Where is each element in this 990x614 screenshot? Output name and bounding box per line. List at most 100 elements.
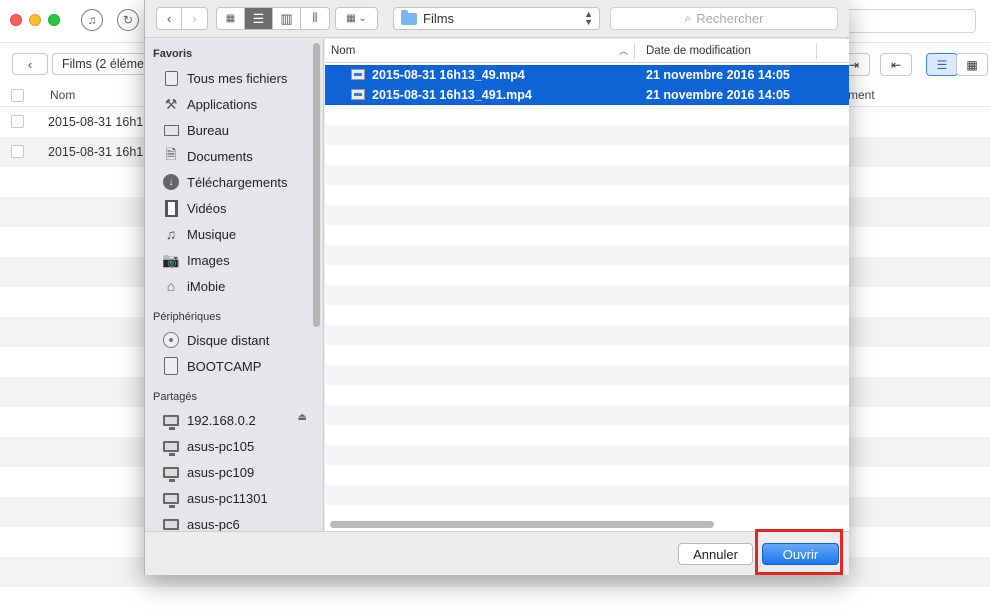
sidebar-item-downloads[interactable]: ↓ Téléchargements	[145, 170, 311, 194]
column-divider[interactable]	[816, 43, 817, 59]
zoom-window-button[interactable]	[48, 14, 60, 26]
updown-arrows-icon: ▲ ▼	[584, 9, 593, 27]
empty-row	[325, 445, 849, 465]
icon-grid-icon: ▦	[225, 13, 236, 24]
empty-row	[325, 305, 849, 325]
sidebar-item-label: Bureau	[187, 122, 229, 138]
sidebar-item-desktop[interactable]: Bureau	[145, 118, 311, 142]
navigation-segment: ‹ ›	[156, 7, 208, 30]
list-view-button[interactable]: ☰	[926, 53, 958, 76]
camera-icon: 📷	[162, 251, 180, 268]
row-title: 2015-08-31 16h13	[48, 145, 151, 159]
search-placeholder: Rechercher	[696, 11, 764, 26]
sidebar-item-label: 192.168.0.2	[187, 412, 256, 428]
sidebar-item-label: Images	[187, 252, 230, 268]
arrange-button[interactable]: ▦ ⌄	[336, 8, 377, 29]
column-right-header[interactable]: ment	[848, 88, 875, 102]
empty-row	[325, 125, 849, 145]
music-icon: ♫	[165, 226, 177, 242]
columns-icon: ▥	[280, 10, 293, 26]
highlight-annotation-box	[755, 529, 843, 575]
sidebar-item-home[interactable]: ⌂ iMobie	[145, 274, 311, 298]
empty-row	[325, 285, 849, 305]
search-icon: ⌕	[684, 11, 692, 25]
column-divider[interactable]	[634, 43, 635, 59]
empty-row	[325, 365, 849, 385]
grid-view-button[interactable]: ▦	[956, 53, 988, 76]
empty-row	[325, 185, 849, 205]
column-view-button[interactable]: ▥	[273, 8, 301, 29]
row-checkbox[interactable]	[11, 115, 24, 128]
sidebar-item-remote-disc[interactable]: Disque distant	[145, 328, 311, 352]
sidebar-item-label: Applications	[187, 96, 258, 112]
sidebar-item-documents[interactable]: 🗎 Documents	[145, 144, 311, 168]
empty-row	[325, 165, 849, 185]
sidebar-section-favorites: Favoris	[153, 48, 193, 60]
open-file-dialog: ‹ › ▦ ☰ ▥ ⫼ ▦ ⌄ Films ▲ ▼ ⌕ Rechercher Fa…	[144, 0, 849, 575]
export-icon: ⇤	[890, 57, 902, 72]
dialog-button-bar: Annuler Ouvrir	[145, 531, 849, 575]
back-nav-button[interactable]: ‹	[157, 8, 182, 29]
sidebar-item-shared-host[interactable]: 192.168.0.2 ⏏	[145, 408, 311, 432]
select-all-checkbox[interactable]	[11, 89, 24, 102]
video-file-icon	[351, 69, 365, 80]
sidebar-item-label: asus-pc105	[187, 438, 255, 454]
sidebar-item-applications[interactable]: ⚒ Applications	[145, 92, 311, 116]
back-button[interactable]: ‹	[12, 53, 48, 75]
sidebar-item-shared-host[interactable]: asus-pc6	[145, 512, 311, 531]
movies-icon	[161, 199, 181, 217]
horizontal-scrollbar[interactable]	[330, 521, 714, 528]
file-date: 21 novembre 2016 14:05	[646, 68, 790, 82]
app-search-input[interactable]	[846, 9, 976, 33]
export-button[interactable]: ⇤	[880, 53, 912, 76]
eject-icon[interactable]: ⏏	[298, 412, 307, 423]
file-name: 2015-08-31 16h13_49.mp4	[372, 68, 525, 82]
sidebar-section-devices: Périphériques	[153, 311, 221, 323]
minimize-window-button[interactable]	[29, 14, 41, 26]
music-note-icon[interactable]: ♫	[81, 9, 103, 31]
arrange-menu[interactable]: ▦ ⌄	[335, 7, 378, 30]
cancel-button[interactable]: Annuler	[678, 543, 753, 565]
documents-icon: 🗎	[165, 146, 177, 162]
empty-row	[325, 325, 849, 345]
empty-row	[325, 465, 849, 485]
sidebar-item-movies[interactable]: Vidéos	[145, 196, 311, 220]
arrange-grid-icon: ▦ ⌄	[346, 13, 367, 24]
sidebar-item-shared-host[interactable]: asus-pc109	[145, 460, 311, 484]
chevron-right-icon: ›	[192, 11, 197, 26]
sidebar-item-bootcamp[interactable]: BOOTCAMP	[145, 354, 311, 378]
refresh-icon[interactable]: ↻	[117, 9, 139, 31]
sidebar-scrollbar[interactable]	[313, 43, 320, 327]
row-checkbox[interactable]	[11, 145, 24, 158]
file-name: 2015-08-31 16h13_491.mp4	[372, 88, 532, 102]
sidebar-item-shared-host[interactable]: asus-pc11301	[145, 486, 311, 510]
column-date-header[interactable]: Date de modification	[646, 45, 751, 57]
folder-icon	[401, 9, 417, 25]
file-row[interactable]: 2015-08-31 16h13_491.mp4 21 novembre 201…	[325, 85, 849, 105]
location-label: Films	[423, 11, 455, 26]
search-input[interactable]: ⌕ Rechercher	[610, 7, 838, 30]
column-name-header[interactable]: Nom	[331, 45, 355, 57]
sidebar-item-all-files[interactable]: Tous mes fichiers	[145, 66, 311, 90]
close-window-button[interactable]	[10, 14, 22, 26]
empty-row	[325, 405, 849, 425]
column-name-header[interactable]: Nom	[50, 88, 75, 102]
sidebar-item-shared-host[interactable]: asus-pc105	[145, 434, 311, 458]
file-row[interactable]: 2015-08-31 16h13_49.mp4 21 novembre 2016…	[325, 65, 849, 85]
forward-nav-button[interactable]: ›	[182, 8, 207, 29]
list-view-button[interactable]: ☰	[245, 8, 273, 29]
sidebar-item-label: BOOTCAMP	[187, 358, 262, 374]
chevron-left-icon: ‹	[166, 11, 172, 26]
location-popup[interactable]: Films ▲ ▼	[393, 7, 600, 30]
coverflow-icon: ⫼	[312, 12, 318, 24]
network-computer-icon	[161, 437, 181, 456]
sidebar-item-music[interactable]: ♫ Musique	[145, 222, 311, 246]
empty-row	[325, 105, 849, 125]
coverflow-view-button[interactable]: ⫼	[301, 8, 329, 29]
chevron-left-icon: ‹	[27, 56, 33, 72]
icon-view-button[interactable]: ▦	[217, 8, 245, 29]
sidebar-item-label: Téléchargements	[187, 174, 288, 190]
sidebar: Favoris Tous mes fichiers ⚒ Applications …	[145, 39, 324, 531]
sidebar-item-pictures[interactable]: 📷 Images	[145, 248, 311, 272]
network-computer-icon	[161, 411, 181, 430]
